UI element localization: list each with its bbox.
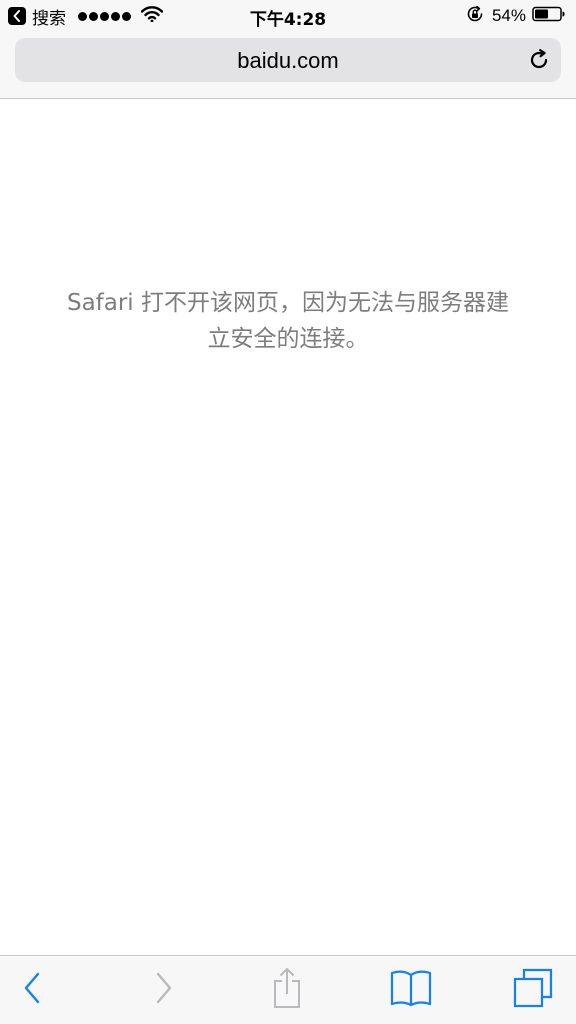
share-icon bbox=[270, 967, 304, 1014]
bookmarks-button[interactable] bbox=[389, 968, 433, 1012]
back-button[interactable] bbox=[11, 968, 55, 1012]
battery-icon bbox=[532, 6, 566, 27]
reload-icon[interactable] bbox=[527, 48, 551, 72]
back-icon bbox=[21, 971, 45, 1010]
share-button[interactable] bbox=[265, 967, 309, 1014]
error-message: Safari 打不开该网页，因为无法与服务器建立安全的连接。 bbox=[66, 290, 510, 352]
tabs-icon bbox=[513, 968, 553, 1013]
battery-percent: 54% bbox=[491, 6, 526, 25]
bottom-toolbar bbox=[0, 955, 576, 1024]
forward-button[interactable] bbox=[141, 968, 185, 1012]
status-bar-right: 54% bbox=[466, 4, 566, 28]
status-bar: 搜索 下午4:28 54% bbox=[0, 0, 576, 32]
url-text[interactable]: baidu.com bbox=[15, 48, 561, 74]
safari-screen: 搜索 下午4:28 54% baidu.com Safari 打不开该网页，因为… bbox=[0, 0, 576, 1024]
web-content: Safari 打不开该网页，因为无法与服务器建立安全的连接。 bbox=[0, 99, 576, 955]
bookmarks-icon bbox=[390, 969, 432, 1012]
address-bar: baidu.com bbox=[0, 32, 576, 99]
orientation-lock-icon bbox=[466, 5, 484, 28]
forward-icon bbox=[151, 971, 175, 1010]
url-field[interactable]: baidu.com bbox=[15, 38, 561, 82]
tabs-button[interactable] bbox=[511, 968, 555, 1012]
